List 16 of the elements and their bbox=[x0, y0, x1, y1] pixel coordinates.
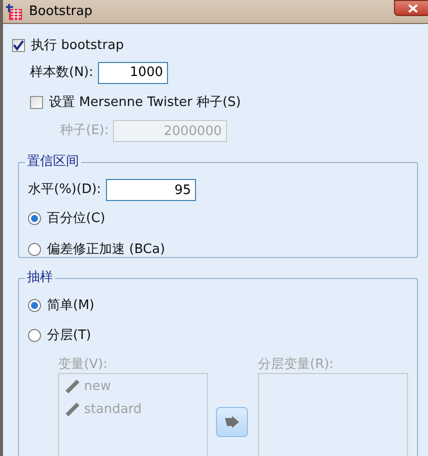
field-label: 样本数(N): bbox=[30, 64, 94, 82]
radio-label: 分层(T) bbox=[47, 326, 92, 344]
checkbox-label: 设置 Mersenne Twister 种子(S) bbox=[49, 94, 241, 112]
field-label: 水平(%)(D): bbox=[28, 181, 102, 200]
radio-label: 百分位(C) bbox=[47, 210, 106, 228]
window-title: Bootstrap bbox=[29, 2, 92, 21]
sample-count-field[interactable]: 1000 bbox=[98, 62, 168, 84]
group-title: 抽样 bbox=[25, 270, 55, 286]
radio-label: 偏差修正加速 (BCa) bbox=[47, 240, 166, 258]
checkbox-label: 执行 bootstrap bbox=[31, 37, 124, 55]
field-label: 种子(E): bbox=[60, 122, 109, 140]
list-label: 分层变量(R): bbox=[258, 357, 335, 373]
radio-label: 简单(M) bbox=[47, 297, 94, 315]
level-field[interactable]: 95 bbox=[106, 179, 196, 201]
group-title: 置信区间 bbox=[25, 154, 81, 170]
list-label: 变量(V): bbox=[58, 357, 108, 373]
